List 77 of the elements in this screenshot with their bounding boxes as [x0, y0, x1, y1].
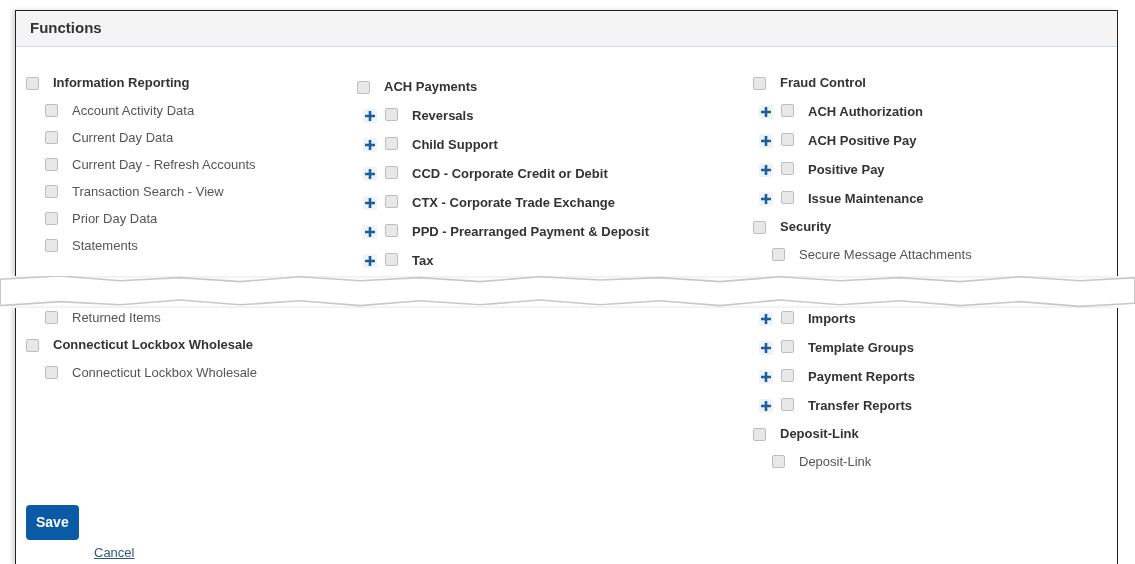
function-label: Payment Reports	[808, 367, 915, 386]
checkbox[interactable]	[385, 165, 398, 179]
checkbox[interactable]	[385, 223, 398, 237]
function-label: Positive Pay	[808, 160, 885, 179]
function-label: Issue Maintenance	[808, 189, 924, 208]
checkbox[interactable]	[781, 132, 794, 146]
checkbox[interactable]	[26, 76, 39, 90]
checkbox[interactable]	[753, 220, 766, 234]
function-label: Child Support	[412, 135, 498, 154]
checkbox[interactable]	[781, 339, 794, 353]
function-label: Reversals	[412, 106, 474, 125]
checkbox[interactable]	[45, 239, 58, 252]
checkbox[interactable]	[45, 131, 58, 144]
checkbox[interactable]	[45, 366, 58, 379]
save-button[interactable]: Save	[26, 504, 79, 540]
function-label: Current Day Data	[72, 128, 174, 147]
plus-icon[interactable]	[759, 369, 773, 384]
checkbox[interactable]	[781, 397, 794, 411]
function-label: Connecticut Lockbox Wholesale	[72, 363, 257, 382]
plus-icon[interactable]	[363, 108, 377, 123]
function-label: Account Activity Data	[72, 101, 195, 120]
checkbox[interactable]	[45, 311, 58, 324]
group-label: Connecticut Lockbox Wholesale	[53, 336, 254, 355]
group-label: ACH Payments	[384, 78, 478, 97]
checkbox[interactable]	[385, 194, 398, 208]
panel-title: Functions	[30, 18, 102, 39]
group-label: Information Reporting	[53, 74, 190, 93]
plus-icon[interactable]	[759, 191, 773, 206]
plus-icon[interactable]	[363, 224, 377, 239]
function-label: Current Day - Refresh Accounts	[72, 155, 256, 174]
checkbox[interactable]	[772, 248, 785, 261]
function-label: Prior Day Data	[72, 209, 158, 228]
checkbox[interactable]	[781, 103, 794, 117]
checkbox[interactable]	[385, 136, 398, 150]
plus-icon[interactable]	[363, 137, 377, 152]
function-label: Secure Message Attachments	[799, 245, 972, 264]
group-label: Security	[780, 218, 832, 237]
checkbox[interactable]	[781, 310, 794, 324]
plus-icon[interactable]	[363, 166, 377, 181]
checkbox[interactable]	[45, 185, 58, 198]
function-label: Deposit-Link	[799, 452, 872, 471]
function-label: Transfer Reports	[808, 396, 913, 415]
plus-icon[interactable]	[759, 340, 773, 355]
function-label: CTX - Corporate Trade Exchange	[412, 193, 615, 212]
checkbox[interactable]	[45, 104, 58, 117]
group-label: Deposit-Link	[780, 425, 859, 444]
function-label: Imports	[808, 309, 856, 328]
plus-icon[interactable]	[759, 133, 773, 148]
plus-icon[interactable]	[759, 162, 773, 177]
plus-icon[interactable]	[759, 398, 773, 413]
checkbox[interactable]	[357, 80, 370, 94]
checkbox[interactable]	[753, 427, 766, 441]
checkbox[interactable]	[781, 161, 794, 175]
checkbox[interactable]	[45, 158, 58, 171]
function-label: Template Groups	[808, 338, 914, 357]
function-label: Returned Items	[72, 308, 161, 327]
function-label: Transaction Search - View	[72, 182, 224, 201]
function-label: Statements	[72, 236, 138, 255]
checkbox[interactable]	[772, 455, 785, 468]
plus-icon[interactable]	[363, 195, 377, 210]
function-label: CCD - Corporate Credit or Debit	[412, 164, 608, 183]
plus-icon[interactable]	[759, 104, 773, 119]
checkbox[interactable]	[26, 338, 39, 352]
plus-icon[interactable]	[759, 311, 773, 326]
checkbox[interactable]	[781, 190, 794, 204]
checkbox[interactable]	[385, 107, 398, 121]
function-label: ACH Positive Pay	[808, 131, 917, 150]
group-label: Fraud Control	[780, 74, 866, 93]
function-label: PPD - Prearranged Payment & Deposit	[412, 222, 649, 241]
checkbox[interactable]	[781, 368, 794, 382]
plus-icon[interactable]	[363, 253, 377, 268]
function-label: Tax	[412, 251, 434, 270]
checkbox[interactable]	[753, 76, 766, 90]
function-label: ACH Authorization	[808, 102, 924, 121]
checkbox[interactable]	[45, 212, 58, 225]
checkbox[interactable]	[385, 252, 398, 266]
cancel-link[interactable]: Cancel	[94, 542, 135, 562]
